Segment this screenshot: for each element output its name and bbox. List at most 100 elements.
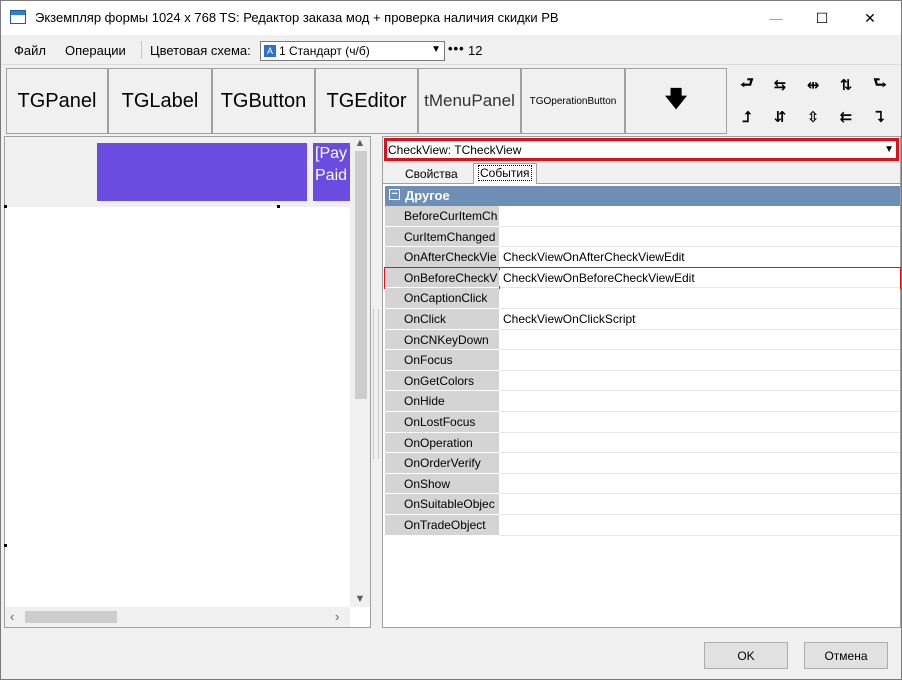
category-row[interactable]: − Другое — [385, 186, 900, 206]
horizontal-scrollbar[interactable]: ‹ › — [5, 607, 350, 627]
object-selector[interactable]: CheckView: TCheckView ▼ — [384, 138, 899, 161]
menu-operations[interactable]: Операции — [65, 43, 126, 58]
tab-properties[interactable]: Свойства — [401, 165, 462, 184]
event-row[interactable]: OnGetColors — [385, 370, 900, 392]
event-name: OnGetColors — [385, 370, 499, 392]
event-value[interactable] — [500, 370, 900, 392]
event-value[interactable]: CheckViewOnClickScript — [500, 308, 900, 330]
menu-separator — [141, 41, 142, 59]
event-row[interactable]: OnCaptionClick — [385, 288, 900, 309]
scroll-up-icon[interactable]: ▲ — [350, 137, 370, 149]
event-value[interactable] — [500, 226, 900, 248]
object-selector-value: CheckView: TCheckView — [388, 143, 522, 157]
minimize-button[interactable]: — — [753, 1, 799, 35]
more-dots-icon[interactable]: ••• — [448, 41, 465, 56]
same-height-icon[interactable]: ⮧ — [865, 103, 895, 131]
selection-handle[interactable] — [277, 205, 280, 208]
chevron-down-icon: ▼ — [431, 44, 441, 55]
event-value[interactable] — [500, 453, 900, 474]
scroll-right-icon[interactable]: › — [335, 609, 339, 624]
title-bar: Экземпляр формы 1024 x 768 TS: Редактор … — [1, 1, 901, 35]
space-horizontal-icon[interactable]: ⇹ — [798, 71, 828, 99]
event-name: OnAfterCheckVie — [385, 247, 499, 268]
space-vertical-icon[interactable]: ⇳ — [798, 103, 828, 131]
event-row[interactable]: OnCNKeyDown — [385, 329, 900, 351]
event-value[interactable] — [500, 288, 900, 309]
tgoperationbutton-component-button[interactable]: TGOperationButton — [521, 68, 625, 134]
vertical-scrollbar[interactable]: ▲ ▼ — [350, 137, 370, 607]
ok-button[interactable]: OK — [704, 642, 788, 669]
design-canvas[interactable]: [Pay Paid ▲ ▼ ‹ › — [4, 136, 371, 628]
event-value[interactable] — [500, 432, 900, 454]
event-name: OnShow — [385, 473, 499, 495]
tab-events[interactable]: События — [473, 163, 537, 184]
event-row[interactable]: OnOperation — [385, 432, 900, 454]
event-row[interactable]: OnClick CheckViewOnClickScript — [385, 308, 900, 330]
color-scheme-value: 1 Стандарт (ч/б) — [279, 44, 370, 58]
event-row[interactable]: OnOrderVerify — [385, 453, 900, 474]
event-value[interactable] — [500, 206, 900, 227]
canvas-header-area: [Pay Paid — [5, 137, 350, 207]
tglabel-component-button[interactable]: TGLabel — [108, 68, 212, 134]
event-name: OnHide — [385, 391, 499, 412]
event-value[interactable] — [500, 329, 900, 351]
event-row[interactable]: BeforeCurItemCh — [385, 206, 900, 227]
event-value[interactable]: CheckViewOnBeforeCheckViewEdit — [500, 267, 900, 289]
cancel-button[interactable]: Отмена — [804, 642, 888, 669]
same-width-icon[interactable]: ⇇ — [831, 103, 861, 131]
scroll-left-icon[interactable]: ‹ — [10, 609, 14, 624]
align-vcenter-icon[interactable]: ⇵ — [765, 103, 795, 131]
color-scheme-select[interactable]: A 1 Стандарт (ч/б) ▼ — [260, 41, 445, 61]
event-row-highlighted[interactable]: OnBeforeCheckV CheckViewOnBeforeCheckView… — [384, 266, 901, 290]
horizontal-scroll-thumb[interactable] — [25, 611, 117, 623]
vertical-scroll-thumb[interactable] — [355, 151, 367, 399]
tgeditor-component-button[interactable]: TGEditor — [315, 68, 418, 134]
scroll-down-icon[interactable]: ▼ — [350, 593, 370, 605]
menu-file[interactable]: Файл — [14, 43, 46, 58]
event-value[interactable] — [500, 514, 900, 536]
event-name: CurItemChanged — [385, 226, 499, 248]
event-value[interactable] — [500, 350, 900, 371]
selection-handle[interactable] — [4, 544, 7, 547]
tmenupanel-component-button[interactable]: tMenuPanel — [418, 68, 521, 134]
align-bottom-icon[interactable]: ⮥ — [732, 103, 762, 131]
maximize-button[interactable]: ☐ — [799, 1, 845, 35]
event-row[interactable]: CurItemChanged — [385, 226, 900, 248]
event-value[interactable]: CheckViewOnAfterCheckViewEdit — [500, 247, 900, 268]
close-button[interactable]: ✕ — [847, 1, 893, 35]
event-row[interactable]: OnHide — [385, 391, 900, 412]
event-value[interactable] — [500, 391, 900, 412]
event-row[interactable]: OnAfterCheckVie CheckViewOnAfterCheckView… — [385, 247, 900, 268]
event-name: OnOperation — [385, 432, 499, 454]
event-name: OnCNKeyDown — [385, 329, 499, 351]
object-inspector: CheckView: TCheckView ▼ Свойства События… — [382, 136, 901, 628]
event-value[interactable] — [500, 411, 900, 433]
pay-label-block[interactable]: [Pay Paid — [313, 143, 350, 201]
event-row[interactable]: OnShow — [385, 473, 900, 495]
align-hcenter-icon[interactable]: ⇆ — [765, 71, 795, 99]
selection-handle[interactable] — [4, 205, 7, 208]
panel-splitter[interactable] — [373, 309, 379, 459]
event-value[interactable] — [500, 494, 900, 515]
align-right-icon[interactable]: ⮑ — [865, 71, 895, 99]
category-title: Другое — [405, 188, 450, 203]
tgpanel-component-button[interactable]: TGPanel — [6, 68, 108, 134]
event-row[interactable]: OnFocus — [385, 350, 900, 371]
event-name: OnSuitableObjec — [385, 494, 499, 515]
tab-events-label: События — [478, 165, 532, 181]
scheme-color-icon: A — [264, 45, 276, 57]
event-value[interactable] — [500, 473, 900, 495]
more-components-arrow-button[interactable]: 🡇 — [625, 68, 727, 134]
selected-panel-block[interactable] — [97, 143, 307, 201]
event-row[interactable]: OnSuitableObjec — [385, 494, 900, 515]
align-top-icon[interactable]: ⇅ — [831, 71, 861, 99]
events-grid: − Другое BeforeCurItemCh CurItemChanged … — [384, 186, 901, 536]
align-left-icon[interactable]: ⮐ — [732, 71, 762, 99]
scheme-count: 12 — [468, 43, 483, 58]
collapse-minus-icon[interactable]: − — [389, 189, 400, 200]
color-scheme-label: Цветовая схема: — [150, 43, 251, 58]
tgbutton-component-button[interactable]: TGButton — [212, 68, 315, 134]
event-name: OnLostFocus — [385, 411, 499, 433]
event-row[interactable]: OnLostFocus — [385, 411, 900, 433]
event-row[interactable]: OnTradeObject — [385, 514, 900, 536]
